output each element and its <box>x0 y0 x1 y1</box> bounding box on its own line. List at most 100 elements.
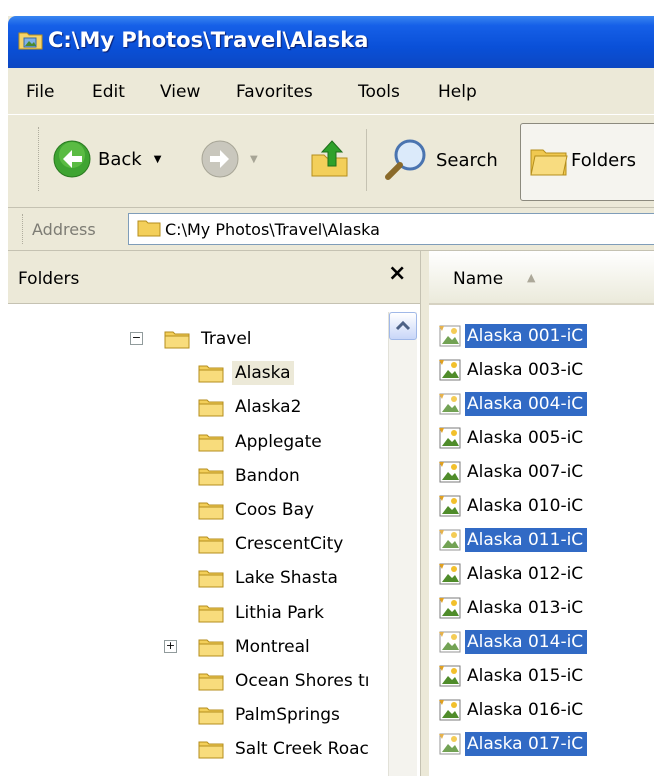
tree-item-label: Salt Creek Roac <box>235 739 369 760</box>
file-name: Alaska 010-iC <box>467 496 584 516</box>
tree-item-label: Ocean Shores tı <box>235 671 370 691</box>
toolbar-grip[interactable] <box>38 127 42 191</box>
tree-item[interactable]: Lithia Park <box>198 597 327 629</box>
tree-item[interactable]: Bandon <box>198 460 303 492</box>
menu-favorites[interactable]: Favorites <box>236 82 313 102</box>
tree-item[interactable]: Lake Shasta <box>198 562 341 594</box>
back-label: Back <box>98 148 142 170</box>
sort-ascending-icon: ▲ <box>527 271 536 284</box>
file-list-item[interactable]: Alaska 005-iC <box>437 423 587 453</box>
file-name: Alaska 007-iC <box>467 462 584 482</box>
file-list-item[interactable]: Alaska 016-iC <box>437 695 587 725</box>
address-field[interactable]: C:\My Photos\Travel\Alaska <box>128 213 654 245</box>
tree-item-label: Bandon <box>235 465 300 486</box>
folder-icon <box>164 331 190 349</box>
tree-item-label: Lake Shasta <box>235 568 338 589</box>
magnifier-icon <box>385 139 426 180</box>
folders-scrollbar[interactable] <box>388 312 417 776</box>
up-folder-icon <box>311 140 348 177</box>
folders-icon <box>530 149 568 176</box>
menu-view[interactable]: View <box>160 82 200 102</box>
folder-icon <box>198 605 224 623</box>
image-file-icon <box>439 359 461 381</box>
address-value: C:\My Photos\Travel\Alaska <box>165 220 380 239</box>
image-file-icon <box>439 563 461 585</box>
menu-file[interactable]: File <box>26 82 54 102</box>
folders-label: Folders <box>571 150 637 171</box>
folders-pane-header: Folders × <box>8 251 420 304</box>
image-file-icon <box>439 597 461 619</box>
file-list-item[interactable]: Alaska 015-iC <box>437 661 587 691</box>
tree-item[interactable]: Coos Bay <box>198 494 317 526</box>
image-file-icon <box>439 393 461 415</box>
close-icon[interactable]: × <box>388 263 406 285</box>
tree-item[interactable]: Ocean Shores tı <box>198 665 372 697</box>
file-list-item[interactable]: Alaska 010-iC <box>437 491 587 521</box>
image-file-icon <box>439 325 461 347</box>
back-arrow-icon <box>53 140 91 178</box>
tree-item[interactable]: Alaska2 <box>198 391 304 423</box>
folders-button[interactable]: Folders <box>520 123 654 201</box>
image-file-icon <box>439 529 461 551</box>
forward-dropdown-icon[interactable]: ▼ <box>250 154 258 165</box>
file-name: Alaska 017-iC <box>465 732 588 756</box>
tree-item-label: Alaska <box>232 361 294 386</box>
folder-icon <box>198 707 224 725</box>
image-file-icon <box>439 733 461 755</box>
file-list-item[interactable]: Alaska 014-iC <box>437 627 588 657</box>
file-list-item[interactable]: Alaska 013-iC <box>437 593 587 623</box>
menu-bar: File Edit View Favorites Tools Help <box>8 68 654 115</box>
folder-icon <box>198 434 224 452</box>
file-list-item[interactable]: Alaska 017-iC <box>437 729 588 759</box>
chevron-up-icon <box>395 320 411 331</box>
window-title: C:\My Photos\Travel\Alaska <box>48 28 369 52</box>
image-file-icon <box>439 665 461 687</box>
tree-item[interactable]: Applegate <box>198 426 325 458</box>
tree-item[interactable]: Montreal <box>198 631 313 663</box>
name-column-header[interactable]: Name ▲ <box>429 251 654 305</box>
file-name: Alaska 003-iC <box>467 360 584 380</box>
folder-icon <box>198 399 224 417</box>
back-dropdown-icon[interactable]: ▼ <box>154 154 162 165</box>
collapse-icon[interactable]: − <box>130 332 143 345</box>
file-list-item[interactable]: Alaska 007-iC <box>437 457 587 487</box>
toolbar-separator <box>366 129 367 191</box>
folder-icon <box>198 502 224 520</box>
menu-edit[interactable]: Edit <box>92 82 125 102</box>
file-list-item[interactable]: Alaska 001-iC <box>437 321 588 351</box>
image-file-icon <box>439 495 461 517</box>
tree-item[interactable]: Alaska <box>198 357 294 389</box>
file-name: Alaska 015-iC <box>467 666 584 686</box>
image-file-icon <box>439 461 461 483</box>
scroll-up-button[interactable] <box>389 312 417 340</box>
search-button[interactable]: Search <box>382 137 498 183</box>
file-name: Alaska 004-iC <box>465 392 588 416</box>
back-button[interactable]: Back ▼ <box>52 139 161 179</box>
menu-help[interactable]: Help <box>438 82 477 102</box>
tree-item[interactable]: CrescentCity <box>198 528 346 560</box>
title-bar[interactable]: C:\My Photos\Travel\Alaska <box>8 16 654 68</box>
tree-item-label: Alaska2 <box>235 397 302 418</box>
address-grip[interactable] <box>22 214 26 244</box>
file-list-item[interactable]: Alaska 003-iC <box>437 355 587 385</box>
tree-item[interactable]: Salt Creek Roac <box>198 733 372 765</box>
folder-icon <box>198 673 224 691</box>
file-list-item[interactable]: Alaska 011-iC <box>437 525 588 555</box>
tree-item[interactable]: PalmSprings <box>198 699 343 731</box>
menu-tools[interactable]: Tools <box>358 82 400 102</box>
image-file-icon <box>439 699 461 721</box>
file-name: Alaska 016-iC <box>467 700 584 720</box>
image-file-icon <box>439 631 461 653</box>
folder-icon <box>198 468 224 486</box>
name-column-label: Name <box>453 269 504 289</box>
forward-button[interactable]: ▼ <box>200 139 258 179</box>
file-name: Alaska 012-iC <box>467 564 584 584</box>
tree-item[interactable]: Travel <box>164 323 255 355</box>
address-label: Address <box>32 220 96 239</box>
search-label: Search <box>436 149 498 171</box>
tree-item-label: PalmSprings <box>235 705 340 726</box>
expand-icon[interactable]: + <box>164 639 177 653</box>
up-folder-button[interactable] <box>308 137 352 181</box>
file-list-item[interactable]: Alaska 004-iC <box>437 389 588 419</box>
file-list-item[interactable]: Alaska 012-iC <box>437 559 587 589</box>
